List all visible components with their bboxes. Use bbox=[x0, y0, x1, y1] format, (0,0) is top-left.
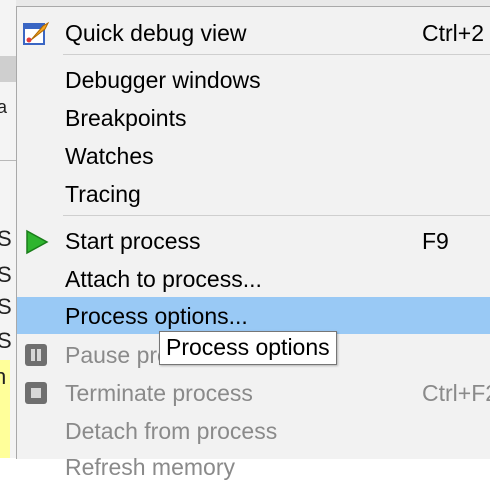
menu-item-label: Terminate process bbox=[65, 380, 253, 406]
menu-item-tracing[interactable]: Tracing bbox=[17, 175, 490, 211]
background-text-fragment: a bbox=[0, 97, 8, 117]
background-toolbar-fragment bbox=[0, 56, 16, 82]
background-text-fragment: S bbox=[0, 294, 12, 319]
menu-item-terminate-process[interactable]: Terminate process Ctrl+F2 bbox=[17, 374, 490, 410]
menu-item-label: Process options... bbox=[65, 303, 248, 329]
background-text-fragment: h bbox=[0, 364, 7, 389]
background-text-fragment: S bbox=[0, 328, 12, 353]
menu-item-breakpoints[interactable]: Breakpoints bbox=[17, 99, 490, 135]
background-divider bbox=[0, 160, 16, 161]
menu-item-label: Breakpoints bbox=[65, 105, 187, 131]
menu-item-refresh-memory[interactable]: Refresh memory bbox=[17, 448, 490, 484]
background-text-fragment: S bbox=[0, 262, 12, 287]
menu-item-label: Attach to process... bbox=[65, 266, 262, 292]
menu-item-start-process[interactable]: Start process F9 bbox=[17, 222, 490, 258]
menu-item-label: Watches bbox=[65, 143, 154, 169]
menu-item-label: Quick debug view bbox=[65, 20, 247, 46]
quick-debug-icon bbox=[23, 20, 50, 46]
stop-icon bbox=[23, 380, 49, 406]
menu-item-shortcut: F9 bbox=[422, 228, 449, 254]
menu-item-shortcut: Ctrl+2 bbox=[422, 20, 484, 46]
background-text-fragment: S bbox=[0, 226, 12, 251]
menu-item-label: Start process bbox=[65, 228, 201, 254]
debugger-context-menu: Quick debug view Ctrl+2 Debugger windows… bbox=[16, 6, 490, 480]
tooltip: Process options bbox=[159, 331, 337, 365]
menu-item-quick-debug-view[interactable]: Quick debug view Ctrl+2 bbox=[17, 14, 490, 50]
menu-item-shortcut: Ctrl+F2 bbox=[422, 380, 490, 406]
menu-item-process-options[interactable]: Process options... bbox=[17, 297, 490, 334]
background-window: a S S S S h bbox=[0, 0, 16, 458]
menu-item-label: Tracing bbox=[65, 181, 141, 207]
menu-item-debugger-windows[interactable]: Debugger windows bbox=[17, 61, 490, 97]
menu-item-label: Refresh memory bbox=[65, 454, 235, 480]
menu-item-watches[interactable]: Watches bbox=[17, 137, 490, 173]
menu-item-detach-from-process[interactable]: Detach from process bbox=[17, 412, 490, 448]
menu-item-label: Debugger windows bbox=[65, 67, 261, 93]
menu-separator bbox=[63, 215, 490, 216]
menu-item-label: Detach from process bbox=[65, 418, 278, 444]
menu-item-attach-to-process[interactable]: Attach to process... bbox=[17, 260, 490, 296]
pause-icon bbox=[23, 342, 49, 368]
play-icon bbox=[23, 228, 49, 255]
menu-separator bbox=[63, 54, 490, 55]
